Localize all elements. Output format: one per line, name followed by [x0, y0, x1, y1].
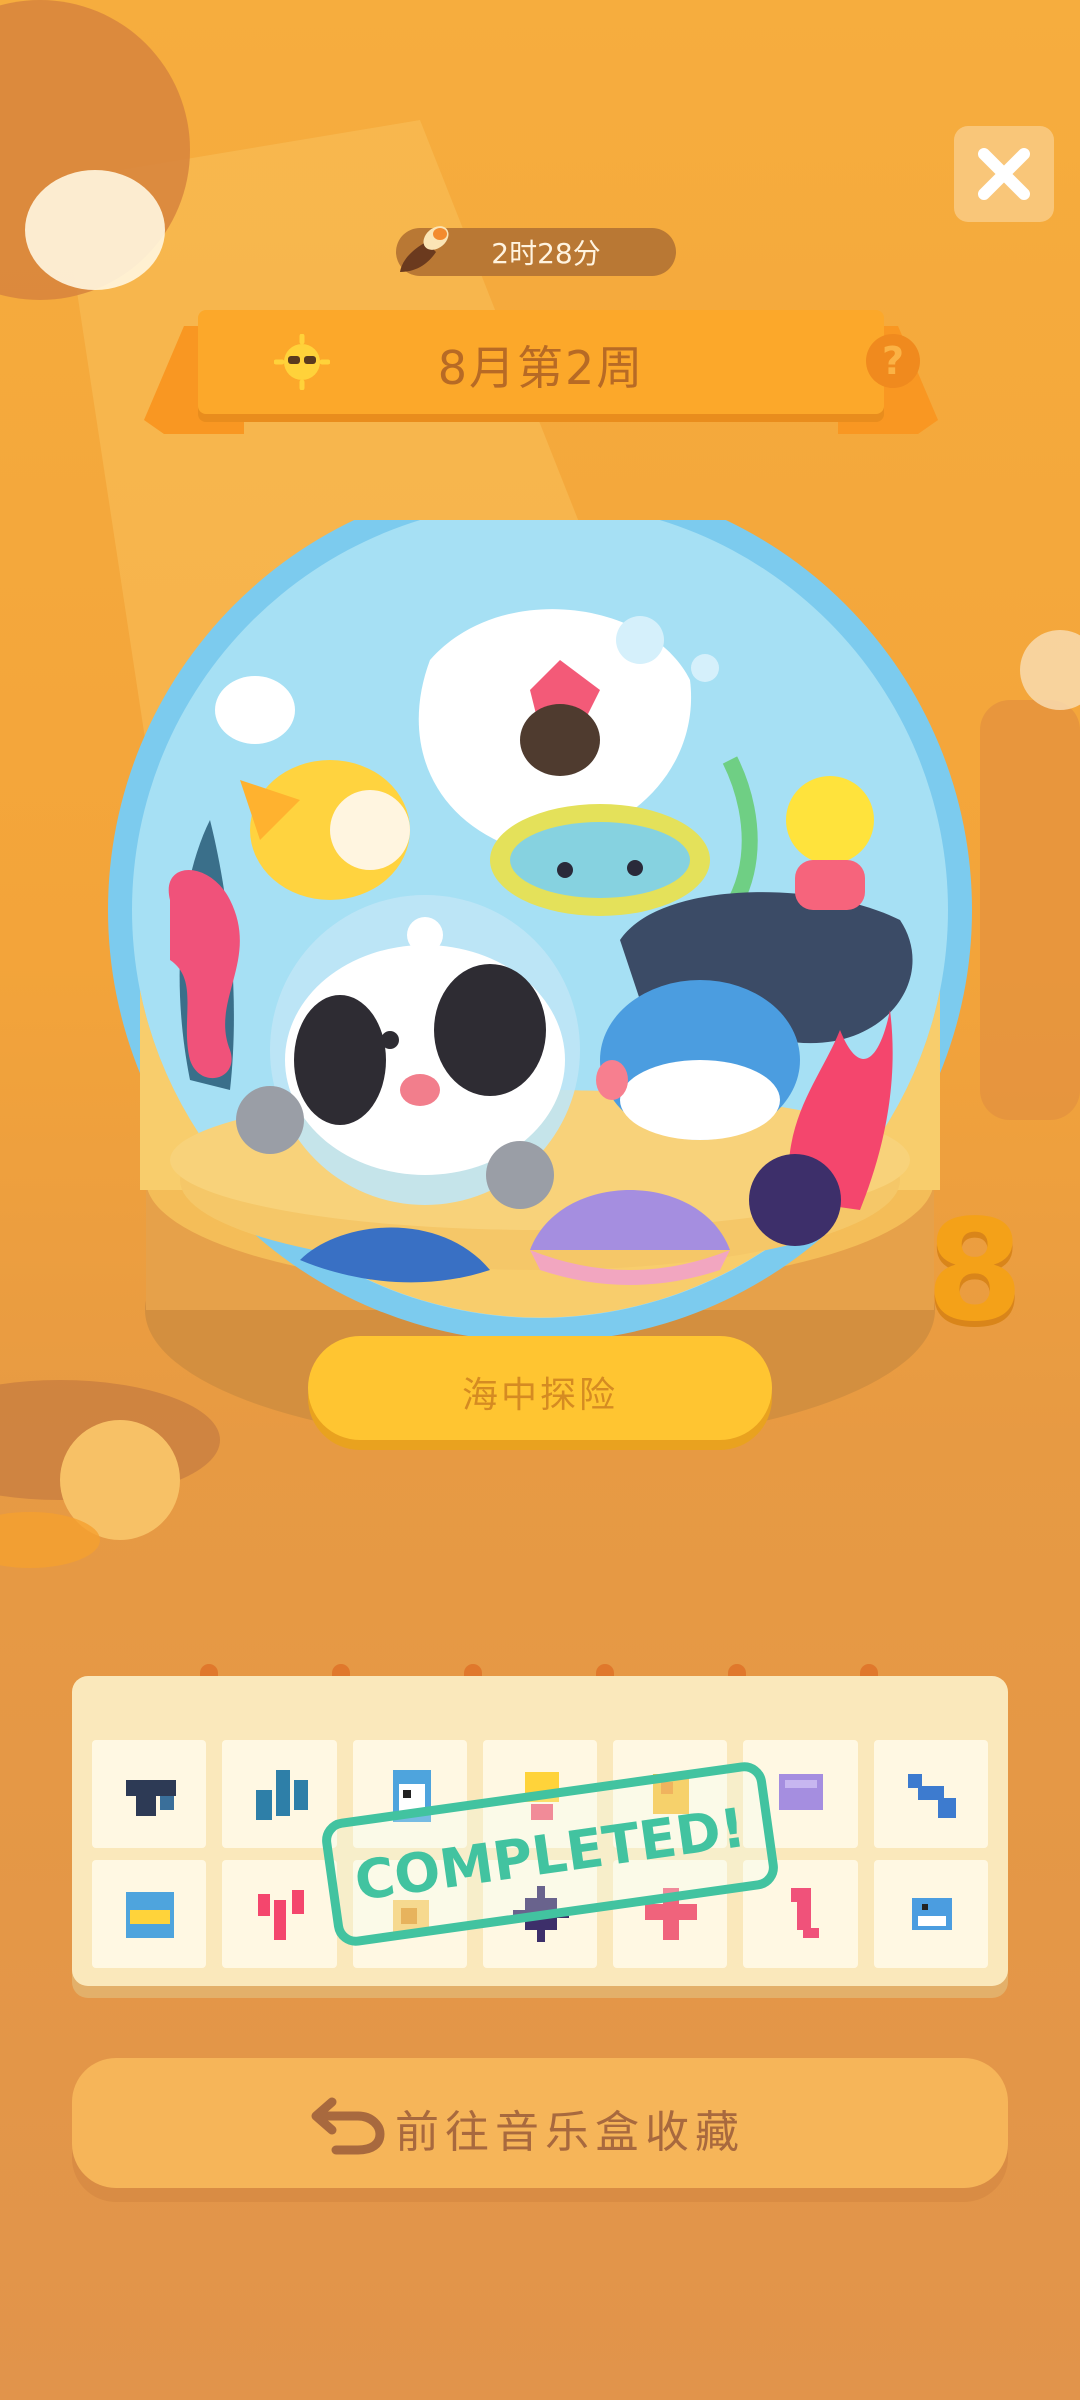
week-title: 8月第2周 — [437, 341, 645, 395]
globe-name: 海中探险 — [461, 1375, 618, 1416]
coral-pink-icon — [258, 1890, 305, 1940]
fish-shadow-icon — [126, 1780, 176, 1816]
globe-nameplate: 海中探险 — [308, 1336, 772, 1440]
collection-tile[interactable] — [222, 1860, 337, 1968]
close-button[interactable] — [954, 126, 1054, 222]
goto-music-box-button[interactable]: 前往音乐盒收藏 — [72, 2058, 1008, 2188]
collection-tile[interactable] — [873, 1740, 988, 1848]
help-icon[interactable]: ? — [866, 334, 920, 388]
brush-icon — [400, 226, 449, 272]
collection-tile[interactable] — [873, 1860, 988, 1968]
coral-blue-icon — [256, 1770, 309, 1820]
week-banner: 8月第2周 ? — [144, 310, 938, 434]
globe-number: 8 — [926, 1190, 1024, 1353]
collection-tile[interactable] — [222, 1740, 337, 1848]
whale-blue-icon — [907, 1774, 956, 1818]
pufferfish-icon — [911, 1898, 952, 1930]
game-scene: 2时28分 8月第2周 ? 海中探险 8 COMPLETED! 前往音乐盒收藏 — [0, 0, 1080, 2400]
banner-main: 8月第2周 ? — [198, 310, 920, 414]
goto-music-box-label: 前往音乐盒收藏 — [395, 2107, 745, 2158]
collection-tile[interactable] — [92, 1860, 207, 1968]
close-icon — [978, 148, 1030, 200]
timer-text: 2时28分 — [491, 237, 601, 270]
collection-tile[interactable] — [92, 1740, 207, 1848]
mask-cat-icon — [126, 1892, 174, 1938]
